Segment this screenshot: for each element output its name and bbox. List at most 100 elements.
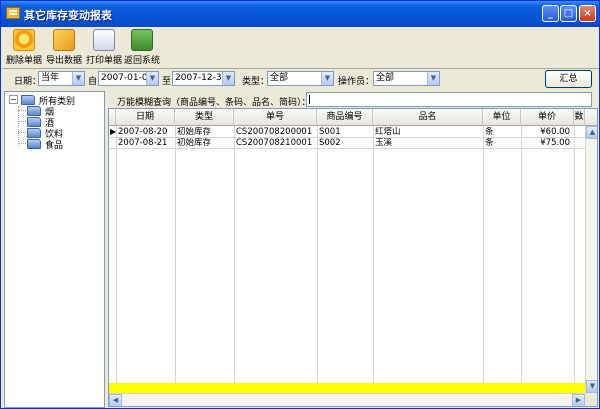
chevron-down-icon[interactable]: ▼ bbox=[321, 72, 333, 85]
export-data-button[interactable]: 导出数据 bbox=[45, 29, 83, 66]
minimize-button[interactable]: _ bbox=[542, 5, 559, 22]
tree-connector bbox=[18, 132, 26, 133]
tree-connector bbox=[18, 110, 26, 111]
delete-document-label: 删除单据 bbox=[5, 56, 42, 66]
search-label: 万能模糊查询（商品编号、条码、品名、简码）： bbox=[117, 98, 311, 108]
folder-icon bbox=[21, 95, 35, 105]
cell-type: 初始库存 bbox=[177, 127, 212, 137]
toolbar: 删除单据 导出数据 打印单据 返回系统 bbox=[2, 27, 599, 67]
cell-unit: 条 bbox=[485, 127, 494, 137]
tree-connector bbox=[18, 121, 26, 122]
print-document-button[interactable]: 打印单据 bbox=[85, 29, 123, 66]
filter-bar: 日期： 当年 ▼ 自 2007-01-01 ▼ 至 2007-12-31 ▼ 类… bbox=[2, 68, 599, 89]
from-label: 自 bbox=[88, 77, 98, 87]
cell-doc-no: CS200708200001 bbox=[236, 127, 313, 137]
export-icon bbox=[53, 29, 75, 51]
column-header-unit[interactable]: 单位 bbox=[483, 109, 521, 126]
cell-unit: 条 bbox=[485, 138, 494, 148]
star-icon bbox=[13, 29, 35, 51]
cell-date: 2007-08-20 bbox=[118, 127, 168, 137]
folder-icon bbox=[27, 139, 41, 149]
cell-unit-price: ¥60.00 bbox=[540, 127, 570, 137]
tree-item-label: 食品 bbox=[45, 141, 64, 151]
grid-line bbox=[317, 126, 318, 401]
operator-value: 全部 bbox=[376, 73, 395, 83]
total-row bbox=[109, 383, 585, 393]
type-value: 全部 bbox=[270, 73, 289, 83]
column-header-unit-price[interactable]: 单价 bbox=[521, 109, 574, 126]
return-system-button[interactable]: 返回系统 bbox=[123, 29, 161, 66]
grid-line bbox=[116, 126, 117, 401]
table-row[interactable]: ▶ 2007-08-20 初始库存 CS200708200001 S001 红塔… bbox=[109, 127, 585, 137]
chevron-down-icon[interactable]: ▼ bbox=[146, 72, 158, 85]
chevron-down-icon[interactable]: ▼ bbox=[427, 72, 439, 85]
category-tree: − 所有类别 烟 酒 饮料 食品 bbox=[4, 91, 105, 408]
column-header-product-name[interactable]: 品名 bbox=[373, 109, 483, 126]
column-header-type[interactable]: 类型 bbox=[175, 109, 234, 126]
scroll-left-icon[interactable]: ◀ bbox=[109, 394, 122, 406]
type-select[interactable]: 全部 ▼ bbox=[267, 71, 334, 86]
column-header-product-code[interactable]: 商品编号 bbox=[317, 109, 373, 126]
tree-connector bbox=[18, 143, 26, 144]
grid-line bbox=[483, 126, 484, 401]
folder-icon bbox=[27, 128, 41, 138]
vertical-scrollbar[interactable]: ▲ ▼ bbox=[585, 126, 597, 394]
tree-item-food[interactable]: 食品 bbox=[27, 138, 97, 151]
cell-product-code: S002 bbox=[319, 138, 341, 148]
cell-product-name: 玉溪 bbox=[375, 138, 393, 148]
row-indicator-header bbox=[109, 109, 116, 126]
folder-icon bbox=[27, 117, 41, 127]
horizontal-scrollbar[interactable]: ◀ ▶ bbox=[109, 393, 585, 406]
grid-header: 日期 类型 单号 商品编号 品名 单位 单价 数 bbox=[109, 109, 597, 126]
collapse-icon[interactable]: − bbox=[9, 95, 18, 104]
maximize-button[interactable]: □ bbox=[560, 5, 577, 22]
grid-line bbox=[109, 148, 585, 149]
cell-product-name: 红塔山 bbox=[375, 127, 401, 137]
close-button[interactable]: × bbox=[579, 5, 596, 22]
chevron-down-icon[interactable]: ▼ bbox=[72, 72, 84, 85]
print-icon bbox=[93, 29, 115, 51]
table-row[interactable]: 2007-08-21 初始库存 CS200708210001 S002 玉溪 条… bbox=[109, 138, 585, 148]
summary-button[interactable]: 汇总 bbox=[545, 70, 592, 88]
window-title: 其它库存变动报表 bbox=[24, 9, 112, 22]
operator-select[interactable]: 全部 ▼ bbox=[373, 71, 440, 86]
type-label: 类型： bbox=[242, 77, 270, 87]
grid-line bbox=[175, 126, 176, 401]
cell-unit-price: ¥75.00 bbox=[540, 138, 570, 148]
search-row: 万能模糊查询（商品编号、条码、品名、简码）： bbox=[108, 91, 599, 108]
return-icon bbox=[131, 29, 153, 51]
search-input[interactable] bbox=[306, 92, 592, 107]
delete-document-button[interactable]: 删除单据 bbox=[5, 29, 43, 66]
column-header-date[interactable]: 日期 bbox=[116, 109, 175, 126]
report-window: 其它库存变动报表 _ □ × 删除单据 导出数据 打印单据 返回系统 日期： 当… bbox=[0, 0, 600, 409]
scroll-right-icon[interactable]: ▶ bbox=[572, 394, 585, 406]
grid-line bbox=[574, 126, 575, 401]
period-select[interactable]: 当年 ▼ bbox=[38, 71, 85, 86]
grid-line bbox=[521, 126, 522, 401]
column-header-doc-no[interactable]: 单号 bbox=[234, 109, 317, 126]
cell-product-code: S001 bbox=[319, 127, 341, 137]
app-icon bbox=[6, 7, 20, 19]
grid-line bbox=[373, 126, 374, 401]
tree-connector bbox=[18, 106, 19, 146]
print-document-label: 打印单据 bbox=[85, 56, 122, 66]
scrollbar-corner bbox=[585, 393, 597, 406]
operator-label: 操作员： bbox=[338, 77, 375, 87]
date-label: 日期： bbox=[14, 77, 42, 87]
date-from-picker[interactable]: 2007-01-01 ▼ bbox=[98, 71, 159, 86]
data-grid: 日期 类型 单号 商品编号 品名 单位 单价 数 ▶ 2007-08-20 初始… bbox=[108, 108, 598, 407]
period-value: 当年 bbox=[41, 73, 60, 83]
chevron-down-icon[interactable]: ▼ bbox=[222, 72, 234, 85]
date-to-value: 2007-12-31 bbox=[175, 73, 228, 83]
column-header-quantity[interactable]: 数 bbox=[574, 109, 585, 126]
scroll-up-icon[interactable]: ▲ bbox=[586, 126, 597, 139]
scroll-down-icon[interactable]: ▼ bbox=[586, 380, 597, 393]
return-system-label: 返回系统 bbox=[123, 56, 160, 66]
cell-type: 初始库存 bbox=[177, 138, 212, 148]
cell-date: 2007-08-21 bbox=[118, 138, 168, 148]
date-to-picker[interactable]: 2007-12-31 ▼ bbox=[172, 71, 235, 86]
export-data-label: 导出数据 bbox=[45, 56, 82, 66]
to-label: 至 bbox=[162, 77, 172, 87]
folder-icon bbox=[27, 106, 41, 116]
cell-doc-no: CS200708210001 bbox=[236, 138, 313, 148]
